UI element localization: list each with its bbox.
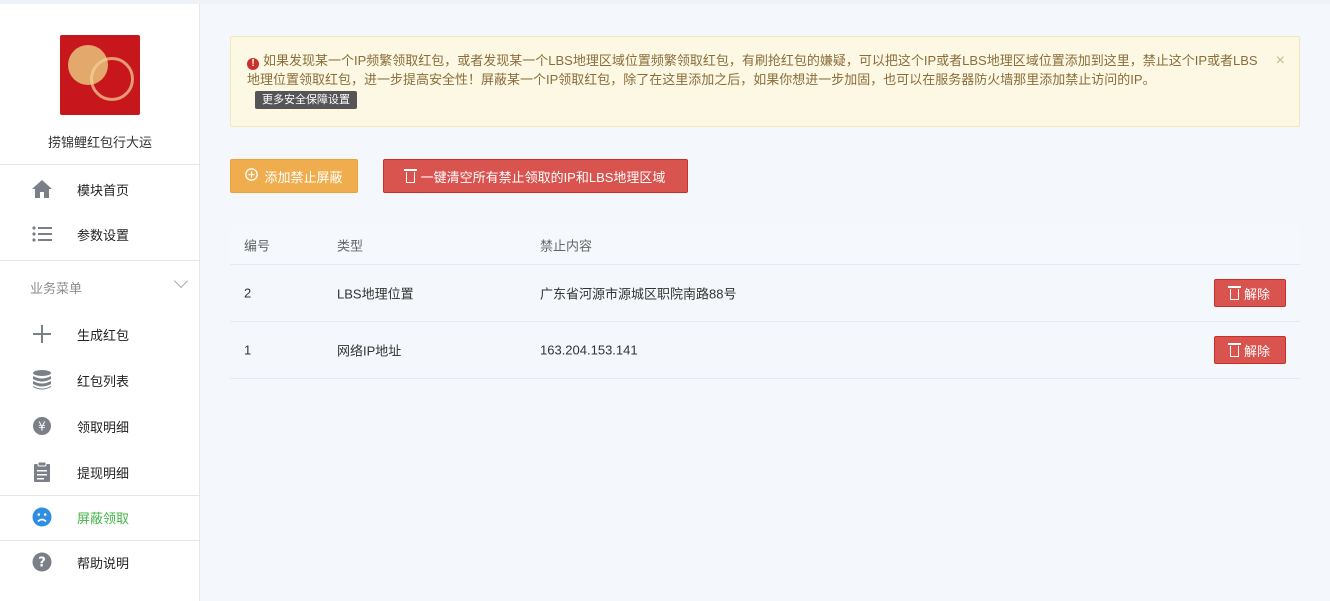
add-circle-icon [245, 168, 259, 184]
block-table: 编号 类型 禁止内容 2 LBS地理位置 广东省河源市源城区职院南路88号 解除… [230, 225, 1300, 379]
unblock-label: 解除 [1243, 286, 1270, 302]
unblock-button[interactable]: 解除 [1214, 336, 1286, 364]
column-header-id: 编号 [244, 238, 271, 253]
column-header-content: 禁止内容 [540, 238, 593, 253]
app-name: 捞锦鲤红包行大运 [47, 135, 152, 150]
sidebar-item-settings[interactable]: 参数设置 [0, 211, 200, 257]
add-block-button[interactable]: 添加禁止屏蔽 [230, 159, 358, 193]
sidebar-item-label: 生成红包 [77, 327, 130, 343]
row-content: 广东省河源市源城区职院南路88号 [540, 286, 737, 302]
sidebar-item-label: 红包列表 [77, 373, 130, 389]
row-id: 1 [244, 342, 252, 358]
sidebar-item-label: 领取明细 [77, 419, 130, 435]
table-header: 编号 类型 禁止内容 [230, 225, 1300, 265]
clear-all-button[interactable]: 一键清空所有禁止领取的IP和LBS地理区域 [383, 159, 688, 193]
sidebar-item-create[interactable]: 生成红包 [0, 311, 200, 357]
alert-icon: ! [247, 58, 259, 70]
sidebar-item-label: 屏蔽领取 [77, 510, 130, 526]
unblock-button[interactable]: 解除 [1214, 279, 1286, 307]
clear-all-label: 一键清空所有禁止领取的IP和LBS地理区域 [420, 169, 666, 185]
table-row: 1 网络IP地址 163.204.153.141 解除 [230, 322, 1300, 379]
row-id: 2 [244, 285, 252, 301]
divider [0, 260, 200, 261]
sidebar-item-label: 提现明细 [77, 465, 130, 481]
question-icon: ? [30, 550, 54, 574]
sidebar-item-receive-detail[interactable]: ¥ 领取明细 [0, 403, 200, 449]
row-type: LBS地理位置 [337, 286, 414, 302]
sidebar-item-label: 参数设置 [77, 227, 130, 243]
sad-face-icon [30, 505, 54, 529]
column-header-type: 类型 [337, 238, 364, 253]
row-type: 网络IP地址 [337, 343, 402, 359]
sidebar-item-list[interactable]: 红包列表 [0, 357, 200, 403]
yen-coin-icon: ¥ [30, 414, 54, 438]
clipboard-icon [30, 460, 54, 484]
close-icon[interactable]: × [1276, 51, 1285, 70]
alert-text: 如果发现某一个IP频繁领取红包，或者发现某一个LBS地理区域位置频繁领取红包，有… [247, 53, 1258, 87]
trash-icon [1227, 286, 1241, 300]
list-settings-icon [30, 222, 54, 246]
chevron-down-icon[interactable] [173, 273, 189, 289]
svg-text:?: ? [38, 556, 46, 571]
sidebar-item-home[interactable]: 模块首页 [0, 166, 200, 212]
divider [0, 164, 200, 165]
trash-icon [1227, 343, 1241, 357]
add-block-label: 添加禁止屏蔽 [264, 169, 343, 185]
row-content: 163.204.153.141 [540, 342, 638, 358]
sidebar-item-help[interactable]: ? 帮助说明 [0, 539, 200, 585]
app-logo [60, 35, 140, 115]
trash-icon [403, 169, 417, 183]
sidebar-item-withdraw-detail[interactable]: 提现明细 [0, 449, 200, 495]
database-icon [30, 368, 54, 392]
svg-text:¥: ¥ [38, 420, 46, 434]
sidebar: 捞锦鲤红包行大运 模块首页 参数设置 业务菜单 生成红包 红包列表 ¥ 领取明细 [0, 4, 200, 601]
sidebar-item-block[interactable]: 屏蔽领取 [0, 494, 200, 540]
section-title: 业务菜单 [30, 281, 83, 296]
table-row: 2 LBS地理位置 广东省河源市源城区职院南路88号 解除 [230, 265, 1300, 322]
sidebar-item-label: 模块首页 [77, 182, 130, 198]
home-icon [30, 177, 54, 201]
sidebar-item-label: 帮助说明 [77, 555, 130, 571]
more-security-settings-button[interactable]: 更多安全保障设置 [255, 91, 357, 109]
unblock-label: 解除 [1243, 343, 1270, 359]
plus-icon [30, 322, 54, 346]
warning-alert: ! 如果发现某一个IP频繁领取红包，或者发现某一个LBS地理区域位置频繁领取红包，… [230, 36, 1300, 127]
